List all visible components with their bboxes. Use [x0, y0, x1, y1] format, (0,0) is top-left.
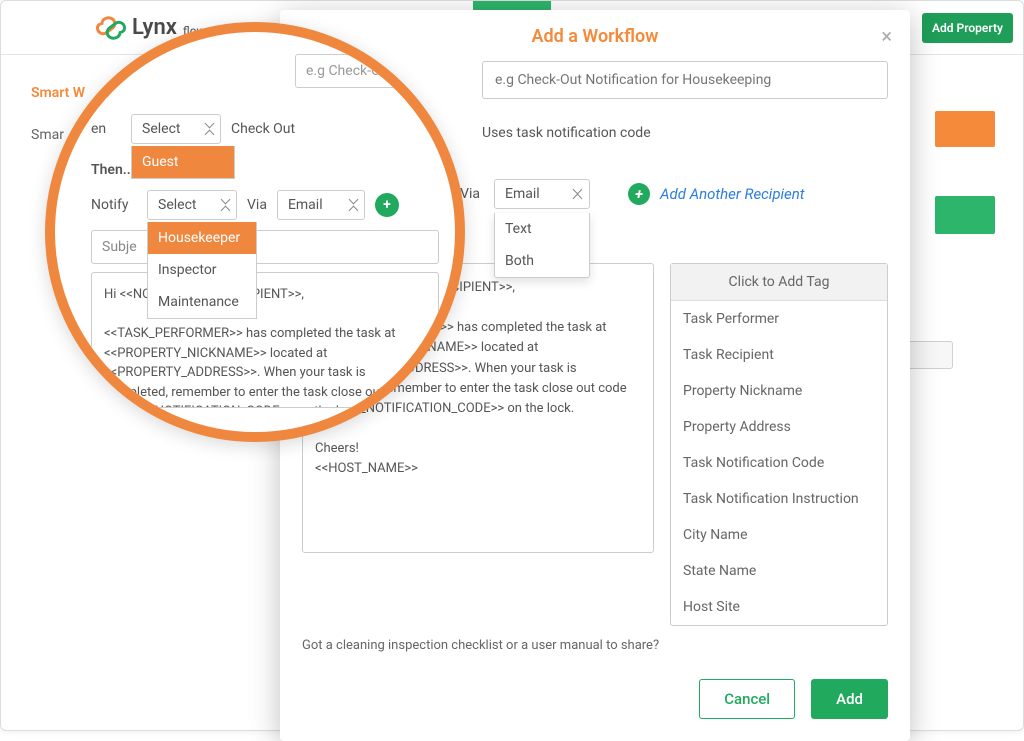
close-icon[interactable]: ×: [881, 24, 892, 48]
attachment-hint: Got a cleaning inspection checklist or a…: [302, 638, 888, 653]
tag-task-notification-instr[interactable]: Task Notification Instruction: [671, 481, 887, 517]
zoom-callout: e.g Check-O en Select Guest Check Out Th…: [45, 22, 465, 442]
zoom-plus-icon[interactable]: +: [375, 193, 399, 217]
zoom-notify-opt-maintenance[interactable]: Maintenance: [148, 286, 256, 318]
via-dropdown: Text Both: [494, 213, 590, 278]
tag-panel: Click to Add Tag Task Performer Task Rec…: [670, 263, 888, 626]
zoom-notify-opt-housekeeper[interactable]: Housekeeper: [148, 222, 256, 254]
zoom-via-label: Via: [247, 197, 267, 213]
zoom-notify-label: Notify: [91, 197, 137, 213]
uses-code-label: Uses task notification code: [482, 125, 651, 141]
zoom-when-select[interactable]: Select: [131, 114, 221, 144]
zoom-via-select[interactable]: Email: [277, 190, 365, 220]
zoom-subject-input[interactable]: Subje: [91, 230, 439, 264]
tag-task-recipient[interactable]: Task Recipient: [671, 337, 887, 373]
via-option-text[interactable]: Text: [495, 213, 589, 245]
tag-property-nickname[interactable]: Property Nickname: [671, 373, 887, 409]
zoom-when-label: en: [91, 121, 121, 137]
zoom-notify-opt-inspector[interactable]: Inspector: [148, 254, 256, 286]
via-option-both[interactable]: Both: [495, 245, 589, 277]
zoom-body-textarea[interactable]: Hi <<NOTIFICATION_RECIPIENT>>, <<TASK_PE…: [91, 272, 439, 408]
zoom-then-label: Then..: [91, 162, 131, 178]
zoom-when-row: en Select Guest Check Out: [91, 114, 295, 144]
add-recipient-label: Add Another Recipient: [660, 185, 805, 203]
tag-city-name[interactable]: City Name: [671, 517, 887, 553]
workflow-name-input[interactable]: [482, 61, 888, 99]
via-select[interactable]: Email Text Both: [494, 179, 590, 209]
add-button[interactable]: Add: [811, 679, 888, 719]
tag-panel-header: Click to Add Tag: [671, 264, 887, 301]
add-another-recipient[interactable]: + Add Another Recipient: [628, 183, 805, 205]
cancel-button[interactable]: Cancel: [699, 679, 795, 719]
tag-task-performer[interactable]: Task Performer: [671, 301, 887, 337]
zoom-notify-select[interactable]: Select: [147, 190, 237, 220]
via-value: Email: [505, 186, 540, 202]
zoom-when-option-guest[interactable]: Guest: [132, 146, 234, 178]
zoom-when-event: Check Out: [231, 121, 295, 137]
tag-task-notification-code[interactable]: Task Notification Code: [671, 445, 887, 481]
tag-property-address[interactable]: Property Address: [671, 409, 887, 445]
tag-state-name[interactable]: State Name: [671, 553, 887, 589]
zoom-workflow-name-input[interactable]: e.g Check-O: [295, 54, 415, 88]
plus-icon: +: [628, 183, 650, 205]
tag-host-site[interactable]: Host Site: [671, 589, 887, 625]
